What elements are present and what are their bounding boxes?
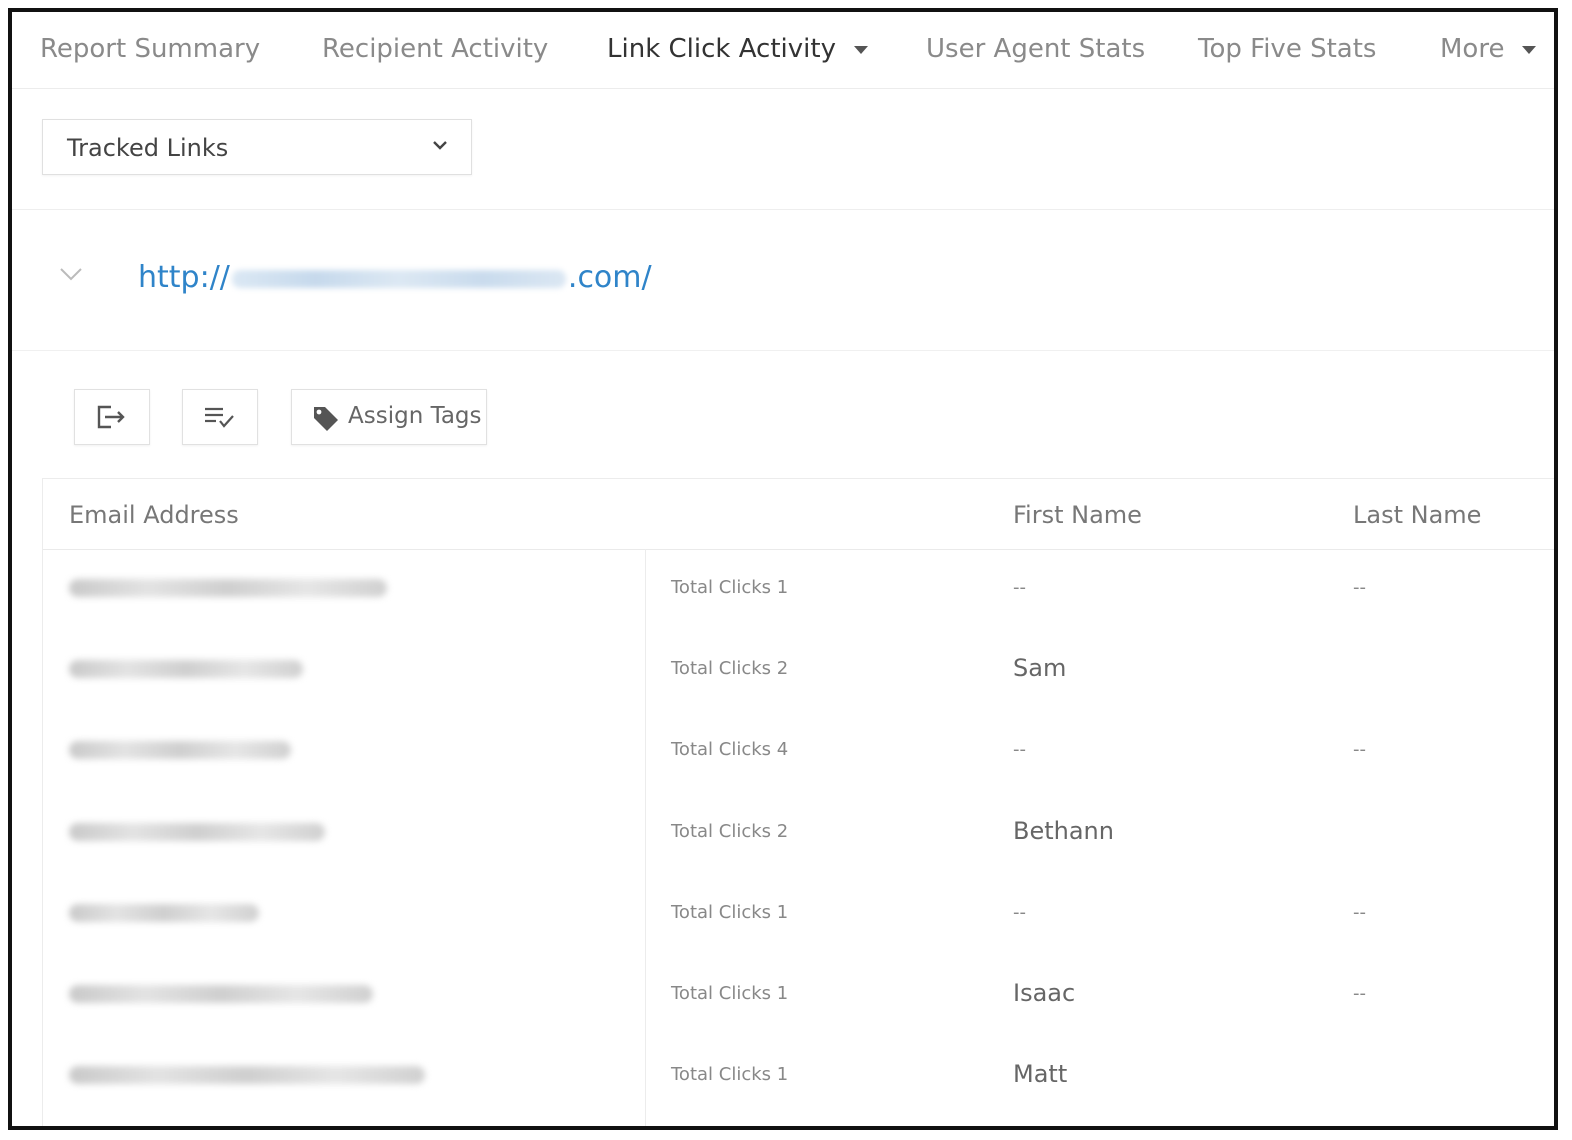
tab-recipient-activity[interactable]: Recipient Activity: [322, 34, 548, 64]
tab-top-five-stats[interactable]: Top Five Stats: [1198, 34, 1376, 64]
total-clicks: Total Clicks 2: [671, 821, 789, 842]
first-name: --: [1013, 902, 1026, 923]
assign-tags-label: Assign Tags: [348, 403, 482, 429]
table-row[interactable]: Total Clicks 2 Bethann: [43, 793, 1554, 874]
redacted-domain: [231, 269, 566, 288]
tab-link-click-activity[interactable]: Link Click Activity: [607, 34, 868, 64]
column-header-first-name[interactable]: First Name: [1013, 501, 1142, 529]
tab-link-click-activity-label: Link Click Activity: [607, 34, 836, 64]
url-suffix: .com/: [567, 260, 652, 295]
table-toolbar: Assign Tags: [12, 351, 1554, 477]
caret-down-icon: [1522, 45, 1537, 54]
tracked-links-dropdown[interactable]: Tracked Links: [42, 119, 472, 175]
caret-down-icon: [853, 45, 868, 54]
last-name: --: [1353, 983, 1366, 1004]
redacted-email: [69, 904, 259, 922]
redacted-email: [69, 985, 373, 1003]
last-name: --: [1353, 577, 1366, 598]
last-name: --: [1353, 739, 1366, 760]
collapse-chevron-icon[interactable]: [58, 264, 84, 284]
list-check-icon: [205, 407, 234, 428]
table-row[interactable]: Total Clicks 1 Isaac --: [43, 955, 1554, 1036]
table-row[interactable]: Total Clicks 1 Matt: [43, 1036, 1554, 1117]
tag-icon: [314, 407, 338, 431]
tab-report-summary[interactable]: Report Summary: [40, 34, 260, 64]
tracked-link-url[interactable]: http:// .com/: [138, 260, 652, 295]
first-name: Matt: [1013, 1060, 1068, 1088]
export-button[interactable]: [74, 389, 150, 445]
total-clicks: Total Clicks 1: [671, 577, 789, 598]
tracked-link-row: http:// .com/: [12, 210, 1554, 351]
total-clicks: Total Clicks 1: [671, 1064, 789, 1085]
column-header-last-name[interactable]: Last Name: [1353, 501, 1481, 529]
redacted-email: [69, 579, 387, 597]
total-clicks: Total Clicks 2: [671, 658, 789, 679]
chevron-down-icon: [433, 141, 447, 150]
report-tabs: Report Summary Recipient Activity Link C…: [12, 12, 1554, 89]
redacted-email: [69, 823, 325, 841]
redacted-email: [69, 741, 291, 759]
first-name: Bethann: [1013, 817, 1114, 845]
tab-more[interactable]: More: [1440, 34, 1537, 64]
table-row[interactable]: Total Clicks 4 -- --: [43, 711, 1554, 792]
first-name: --: [1013, 739, 1026, 760]
redacted-email: [69, 660, 303, 678]
first-name: --: [1013, 577, 1026, 598]
total-clicks: Total Clicks 1: [671, 902, 789, 923]
tab-more-label: More: [1440, 34, 1505, 64]
first-name: Sam: [1013, 654, 1067, 682]
export-icon: [97, 405, 125, 429]
assign-tags-button[interactable]: Assign Tags: [291, 389, 487, 445]
table-row[interactable]: Total Clicks 2 Sam: [43, 630, 1554, 711]
dropdown-selected-value: Tracked Links: [67, 134, 229, 162]
column-header-email[interactable]: Email Address: [69, 501, 239, 529]
first-name: Isaac: [1013, 979, 1076, 1007]
filter-section: Tracked Links: [12, 89, 1554, 210]
total-clicks: Total Clicks 4: [671, 739, 789, 760]
click-activity-table: Email Address First Name Last Name Total…: [42, 478, 1554, 1126]
table-row[interactable]: Total Clicks 1 -- --: [43, 549, 1554, 630]
total-clicks: Total Clicks 1: [671, 983, 789, 1004]
table-header: Email Address First Name Last Name: [43, 479, 1554, 550]
table-row[interactable]: Total Clicks 1 -- --: [43, 874, 1554, 955]
url-prefix: http://: [138, 260, 230, 295]
tab-user-agent-stats[interactable]: User Agent Stats: [926, 34, 1145, 64]
last-name: --: [1353, 902, 1366, 923]
redacted-email: [69, 1066, 425, 1084]
select-list-button[interactable]: [182, 389, 258, 445]
app-window: Report Summary Recipient Activity Link C…: [8, 8, 1558, 1130]
